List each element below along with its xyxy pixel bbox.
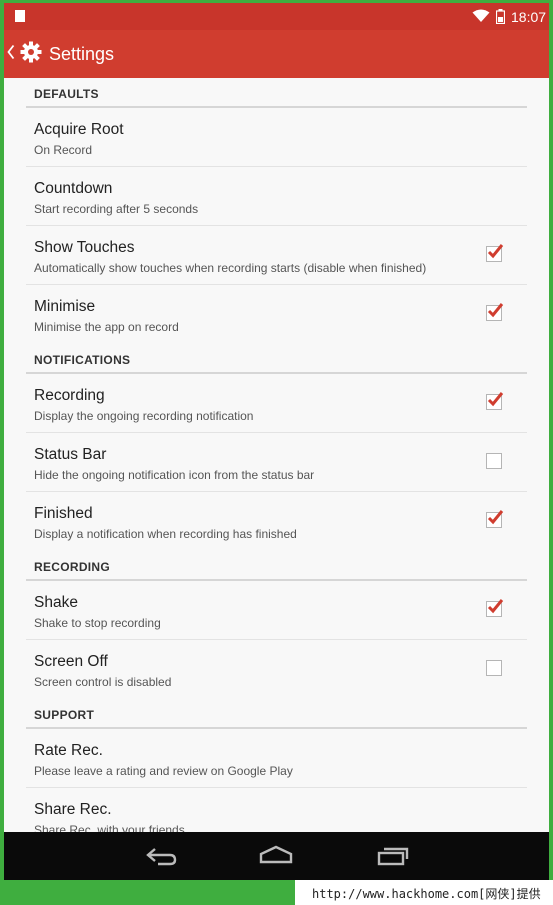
minimise-checkbox[interactable] <box>486 303 504 321</box>
setting-subtitle: Display a notification when recording ha… <box>34 527 297 541</box>
setting-acquire-root[interactable]: Acquire Root On Record <box>26 108 527 167</box>
shake-checkbox[interactable] <box>486 599 504 617</box>
setting-title: Countdown <box>34 180 113 197</box>
setting-recording[interactable]: Recording Display the ongoing recording … <box>26 374 527 433</box>
section-header-label: SUPPORT <box>34 708 95 722</box>
notification-icon <box>15 10 25 22</box>
setting-share-rec[interactable]: Share Rec. Share Rec. with your friends <box>26 788 527 832</box>
recording-checkbox[interactable] <box>486 392 504 410</box>
settings-list[interactable]: DEFAULTS Acquire Root On Record Countdow… <box>4 78 549 832</box>
setting-countdown[interactable]: Countdown Start recording after 5 second… <box>26 167 527 226</box>
setting-rate-rec[interactable]: Rate Rec. Please leave a rating and revi… <box>26 729 527 788</box>
setting-title: Shake <box>34 594 78 611</box>
watermark-text: http://www.hackhome.com[网侠]提供 <box>312 887 541 901</box>
setting-finished[interactable]: Finished Display a notification when rec… <box>26 492 527 550</box>
screen-off-checkbox[interactable] <box>486 660 502 676</box>
setting-subtitle: Share Rec. with your friends <box>34 823 185 832</box>
checkmark-icon <box>487 244 504 259</box>
section-header-support: SUPPORT <box>26 699 527 729</box>
checkmark-icon <box>487 510 504 525</box>
status-bar: 18:07 <box>4 3 549 30</box>
checkmark-icon <box>487 303 504 318</box>
setting-title: Acquire Root <box>34 121 124 138</box>
setting-subtitle: On Record <box>34 143 93 157</box>
setting-shake[interactable]: Shake Shake to stop recording <box>26 581 527 640</box>
clock: 18:07 <box>511 9 547 25</box>
section-header-label: RECORDING <box>34 560 111 574</box>
setting-subtitle: Display the ongoing recording notificati… <box>34 409 254 423</box>
setting-title: Minimise <box>34 298 96 315</box>
setting-title: Share Rec. <box>34 801 112 818</box>
back-icon[interactable] <box>144 844 178 866</box>
section-header-notifications: NOTIFICATIONS <box>26 344 527 374</box>
setting-subtitle: Automatically show touches when recordin… <box>34 261 427 275</box>
status-bar-checkbox[interactable] <box>486 453 502 469</box>
navigation-bar <box>4 832 549 880</box>
show-touches-checkbox[interactable] <box>486 244 504 262</box>
finished-checkbox[interactable] <box>486 510 504 528</box>
setting-status-bar[interactable]: Status Bar Hide the ongoing notification… <box>26 433 527 492</box>
wifi-icon <box>472 9 490 22</box>
setting-show-touches[interactable]: Show Touches Automatically show touches … <box>26 226 527 285</box>
page-title: Settings <box>49 44 115 64</box>
setting-subtitle: Hide the ongoing notification icon from … <box>34 468 315 482</box>
setting-screen-off[interactable]: Screen Off Screen control is disabled <box>26 640 527 698</box>
home-icon[interactable] <box>258 844 294 866</box>
checkmark-icon <box>487 392 504 407</box>
setting-subtitle: Minimise the app on record <box>34 320 179 334</box>
setting-title: Rate Rec. <box>34 742 103 759</box>
app-bar: Settings <box>4 30 549 78</box>
setting-title: Finished <box>34 505 93 522</box>
section-header-label: DEFAULTS <box>34 87 99 101</box>
section-header-recording: RECORDING <box>26 551 527 581</box>
setting-subtitle: Shake to stop recording <box>34 616 161 630</box>
section-header-defaults: DEFAULTS <box>26 78 527 108</box>
watermark-strip: http://www.hackhome.com[网侠]提供 <box>0 880 553 905</box>
setting-title: Screen Off <box>34 653 108 670</box>
back-chevron-icon[interactable] <box>7 44 15 60</box>
setting-title: Status Bar <box>34 446 107 463</box>
setting-subtitle: Start recording after 5 seconds <box>34 202 199 216</box>
setting-minimise[interactable]: Minimise Minimise the app on record <box>26 285 527 343</box>
gear-icon[interactable] <box>20 41 42 63</box>
battery-icon <box>496 9 505 24</box>
recent-apps-icon[interactable] <box>376 844 410 866</box>
setting-subtitle: Screen control is disabled <box>34 675 172 689</box>
watermark-bar <box>0 880 295 905</box>
checkmark-icon <box>487 599 504 614</box>
setting-subtitle: Please leave a rating and review on Goog… <box>34 764 293 778</box>
setting-title: Show Touches <box>34 239 135 256</box>
section-header-label: NOTIFICATIONS <box>34 353 131 367</box>
setting-title: Recording <box>34 387 105 404</box>
